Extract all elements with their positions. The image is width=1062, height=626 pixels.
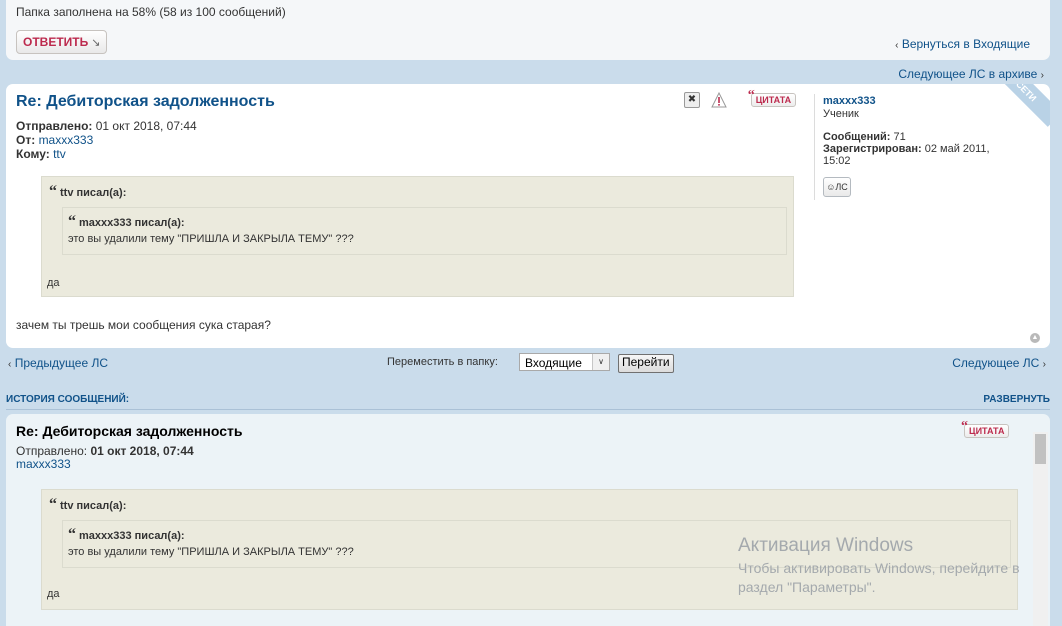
posts-label: Сообщений:: [823, 131, 891, 143]
registered-time: 15:02: [823, 155, 851, 167]
back-to-inbox-link[interactable]: ‹ Вернуться в Входящие: [895, 37, 1030, 51]
registered-date: 02 май 2011,: [924, 143, 990, 155]
quote-icon: “: [68, 213, 76, 230]
chevron-left-icon: ‹: [8, 359, 12, 370]
scrollbar-thumb[interactable]: [1035, 434, 1046, 464]
history-meta: Отправлено: 01 окт 2018, 07:44 maxxx333: [16, 445, 194, 471]
quote-icon: “: [49, 183, 57, 200]
quote-cite: “ttv писал(а):: [49, 183, 126, 201]
post-actions: ✖ “ЦИТАТА: [684, 88, 797, 108]
posts-count: 71: [893, 131, 906, 143]
windows-activation-watermark: Активация Windows Чтобы активировать Win…: [738, 535, 1020, 597]
quote-icon: “: [68, 526, 76, 543]
user-icon: ☺: [826, 182, 836, 192]
from-user-link[interactable]: maxxx333: [39, 133, 94, 147]
history-nested-quote-cite-text: maxxx333 писал(а):: [79, 530, 185, 542]
go-button[interactable]: Перейти: [618, 354, 674, 373]
folder-select-value: Входящие: [525, 356, 582, 370]
history-quote-text: да: [47, 588, 60, 600]
nested-quote-cite: “maxxx333 писал(а):: [68, 213, 185, 231]
folder-status: Папка заполнена на 58% (58 из 100 сообще…: [16, 5, 286, 19]
folder-select[interactable]: Входящие ∨: [519, 353, 610, 371]
history-header: ИСТОРИЯ СООБЩЕНИЙ: РАЗВЕРНУТЬ: [6, 394, 1050, 410]
back-to-inbox-label: Вернуться в Входящие: [901, 37, 1030, 51]
sent-label: Отправлено:: [16, 119, 93, 133]
report-icon[interactable]: [711, 92, 728, 108]
registered-label: Зарегистрирован:: [823, 143, 922, 155]
history-quote-label: ЦИТАТА: [969, 426, 1005, 436]
quote-button[interactable]: “ЦИТАТА: [747, 88, 797, 108]
folder-panel: Папка заполнена на 58% (58 из 100 сообще…: [6, 0, 1050, 60]
post-body: зачем ты трешь мои сообщения сука старая…: [16, 318, 271, 332]
next-pm-link[interactable]: Следующее ЛС ›: [952, 356, 1046, 370]
nested-quote-text: это вы удалили тему "ПРИШЛА И ЗАКРЫЛА ТЕ…: [68, 233, 354, 245]
expand-link[interactable]: РАЗВЕРНУТЬ: [983, 394, 1050, 405]
nested-quote-cite-text: maxxx333 писал(а):: [79, 217, 185, 229]
quote-mark-icon: “: [961, 419, 968, 434]
to-label: Кому:: [16, 147, 50, 161]
history-quote-button[interactable]: “ЦИТАТА: [961, 419, 1010, 438]
watermark-title: Активация Windows: [738, 535, 914, 556]
profile-username-link[interactable]: maxxx333: [823, 95, 876, 107]
online-badge: В СЕТИ: [984, 84, 1050, 127]
sent-value: 01 окт 2018, 07:44: [95, 119, 197, 133]
post-title[interactable]: Re: Дебиторская задолженность: [16, 93, 275, 111]
nested-quote-block: “maxxx333 писал(а): это вы удалили тему …: [62, 207, 787, 255]
from-label: От:: [16, 133, 36, 147]
next-archive-label: Следующее ЛС в архиве: [898, 67, 1038, 81]
pencil-icon: ↘: [91, 37, 101, 49]
chevron-left-icon: ‹: [895, 40, 899, 51]
chevron-right-icon: ›: [1040, 70, 1044, 81]
to-user-link[interactable]: ttv: [53, 147, 66, 161]
watermark-line-2: раздел "Параметры".: [738, 579, 876, 595]
quote-icon: “: [49, 496, 57, 513]
back-to-top-icon[interactable]: ▲: [1030, 333, 1040, 343]
history-quote-cite-text: ttv писал(а):: [60, 500, 127, 512]
move-to-folder-label: Переместить в папку:: [387, 356, 498, 368]
message-post: Re: Дебиторская задолженность Отправлено…: [6, 84, 1050, 348]
history-title: ИСТОРИЯ СООБЩЕНИЙ:: [6, 394, 130, 405]
history-actions: “ЦИТАТА: [961, 419, 1010, 438]
next-pm-label: Следующее ЛС: [952, 356, 1040, 370]
profile-stats: Сообщений: 71 Зарегистрирован: 02 май 20…: [823, 131, 990, 167]
reply-label: ОТВЕТИТЬ: [23, 35, 89, 49]
history-sent-value: 01 окт 2018, 07:44: [90, 444, 194, 458]
profile-divider: [814, 94, 815, 200]
quote-cite-text: ttv писал(а):: [60, 187, 127, 199]
quote-mark-icon: “: [747, 88, 755, 104]
history-nested-quote-cite: “maxxx333 писал(а):: [68, 526, 185, 544]
history-sent-label: Отправлено:: [16, 444, 88, 458]
quote-text: да: [47, 277, 60, 289]
quote-label: ЦИТАТА: [755, 95, 792, 106]
history-post-title: Re: Дебиторская задолженность: [16, 423, 243, 439]
history-author-link[interactable]: maxxx333: [16, 457, 71, 471]
send-pm-button[interactable]: ☺ЛС: [823, 177, 851, 197]
prev-pm-label: Предыдущее ЛС: [14, 356, 108, 370]
history-scrollbar[interactable]: [1033, 432, 1048, 626]
chevron-right-icon: ›: [1042, 359, 1046, 370]
chevron-down-icon: ∨: [592, 354, 609, 370]
post-meta: Отправлено: 01 окт 2018, 07:44 От: maxxx…: [16, 119, 197, 161]
pm-label: ЛС: [835, 182, 848, 192]
watermark-text: Чтобы активировать Windows, перейдите в …: [738, 559, 1020, 597]
profile-rank: Ученик: [823, 108, 859, 120]
next-archive-link[interactable]: Следующее ЛС в архиве ›: [898, 67, 1044, 81]
history-nested-quote-text: это вы удалили тему "ПРИШЛА И ЗАКРЫЛА ТЕ…: [68, 546, 354, 558]
history-quote-cite: “ttv писал(а):: [49, 496, 126, 514]
delete-icon[interactable]: ✖: [684, 92, 700, 108]
reply-button[interactable]: ОТВЕТИТЬ ↘: [16, 30, 108, 54]
quote-block: “ttv писал(а): “maxxx333 писал(а): это в…: [41, 176, 794, 297]
watermark-line-1: Чтобы активировать Windows, перейдите в: [738, 560, 1020, 576]
prev-pm-link[interactable]: ‹ Предыдущее ЛС: [8, 356, 108, 370]
